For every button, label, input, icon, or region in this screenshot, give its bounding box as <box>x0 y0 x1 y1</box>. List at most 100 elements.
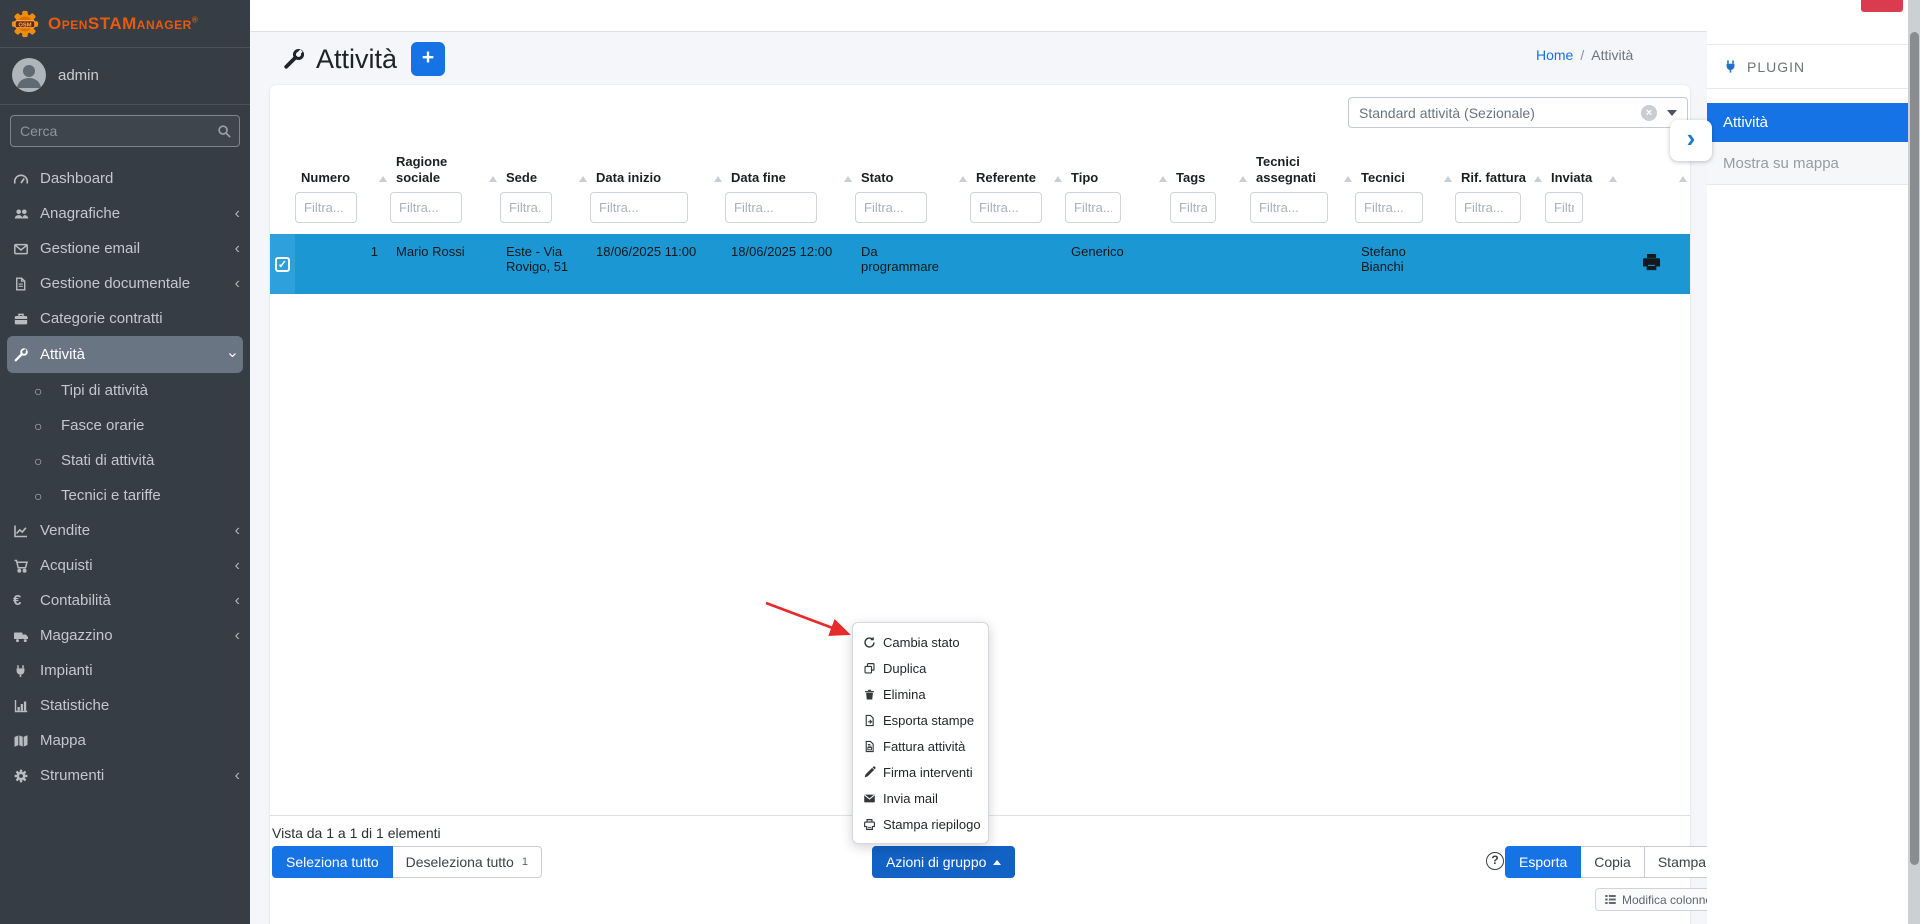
map-icon <box>13 733 40 749</box>
col-ragione-sociale[interactable]: Ragione sociale <box>390 150 500 192</box>
col-sede[interactable]: Sede <box>500 150 590 192</box>
filter-ragione-sociale-input[interactable] <box>390 192 462 223</box>
menu-item-invia-mail[interactable]: Invia mail <box>853 785 988 811</box>
sidebar-item-fasce-orarie[interactable]: ○ Fasce orarie <box>0 408 250 443</box>
sidebar-item-vendite[interactable]: Vendite ‹ <box>0 513 250 548</box>
sidebar-item-strumenti[interactable]: Strumenti ‹ <box>0 758 250 793</box>
plugin-panel-toggle-button[interactable]: › <box>1670 120 1712 161</box>
row-checkbox[interactable]: ✓ <box>275 257 290 272</box>
wrench-icon <box>282 47 306 71</box>
sidebar-item-gestione-email[interactable]: Gestione email ‹ <box>0 231 250 266</box>
col-tags[interactable]: Tags <box>1170 150 1250 192</box>
col-data-inizio[interactable]: Data inizio <box>590 150 725 192</box>
cell-data-fine: 18/06/2025 12:00 <box>731 244 833 259</box>
tachometer-icon <box>13 171 40 187</box>
col-data-fine[interactable]: Data fine <box>725 150 855 192</box>
sidebar-item-anagrafiche[interactable]: Anagrafiche ‹ <box>0 196 250 231</box>
sidebar-item-stati-di-attivita[interactable]: ○ Stati di attività <box>0 443 250 478</box>
filter-stato-input[interactable] <box>855 192 927 223</box>
sidebar-item-attivita[interactable]: Attività ‹ <box>7 336 243 373</box>
brand[interactable]: OSM OpenSTAManager® <box>0 0 250 48</box>
menu-item-cambia-stato[interactable]: Cambia stato <box>853 629 988 655</box>
breadcrumb-home-link[interactable]: Home <box>1536 47 1573 63</box>
user-panel[interactable]: admin <box>0 48 250 105</box>
filter-referente-input[interactable] <box>970 192 1042 223</box>
results-info: Vista da 1 a 1 di 1 elementi <box>272 825 441 841</box>
brand-gear-logo-icon: OSM <box>10 9 40 39</box>
filter-numero-input[interactable] <box>295 192 357 223</box>
caret-down-icon[interactable] <box>1667 109 1677 116</box>
top-navbar <box>250 0 1707 32</box>
selected-template: Standard attività (Sezionale) <box>1359 104 1535 121</box>
edit-columns-button[interactable]: Modifica colonne <box>1595 888 1722 911</box>
filter-data-fine-input[interactable] <box>725 192 817 223</box>
sidebar-item-acquisti[interactable]: Acquisti ‹ <box>0 548 250 583</box>
table-row[interactable]: ✓ 1 Mario Rossi Este - Via Rovigo, 51 18… <box>270 234 1690 294</box>
sidebar-item-mappa[interactable]: Mappa <box>0 723 250 758</box>
col-numero[interactable]: Numero <box>295 150 390 192</box>
sidebar-item-categorie-contratti[interactable]: Categorie contratti <box>0 301 250 336</box>
filter-tags-input[interactable] <box>1170 192 1216 223</box>
help-icon[interactable]: ? <box>1486 852 1504 870</box>
menu-item-stampa-riepilogo[interactable]: Stampa riepilogo <box>853 811 988 837</box>
col-stato[interactable]: Stato <box>855 150 970 192</box>
menu-item-firma-interventi[interactable]: Firma interventi <box>853 759 988 785</box>
col-rif-fattura[interactable]: Rif. fattura <box>1455 150 1545 192</box>
filter-tipo-input[interactable] <box>1065 192 1121 223</box>
trash-icon <box>865 689 874 700</box>
gear-icon <box>13 768 40 784</box>
chevron-left-icon: ‹ <box>234 766 240 784</box>
search-button[interactable] <box>210 115 240 147</box>
print-icon[interactable] <box>1641 252 1662 273</box>
filter-tecnici-input[interactable] <box>1355 192 1423 223</box>
sidebar-item-tipi-di-attivita[interactable]: ○ Tipi di attività <box>0 373 250 408</box>
cart-icon <box>13 558 40 574</box>
menu-item-elimina[interactable]: Elimina <box>853 681 988 707</box>
filter-inviata-input[interactable] <box>1545 192 1583 223</box>
plugin-item-mostra-su-mappa[interactable]: Mostra su mappa <box>1707 142 1908 185</box>
add-activity-button[interactable]: + <box>411 42 446 76</box>
menu-item-fattura-attivita[interactable]: Fattura attività <box>853 733 988 759</box>
search-input[interactable] <box>10 115 210 147</box>
sidebar-item-magazzino[interactable]: Magazzino ‹ <box>0 618 250 653</box>
sort-icon <box>489 176 497 182</box>
caret-up-icon <box>993 859 1002 865</box>
sort-icon <box>844 176 852 182</box>
plugin-item-attivita[interactable]: Attività <box>1707 103 1908 142</box>
filter-rif-fattura-input[interactable] <box>1455 192 1521 223</box>
sidebar-nav: Dashboard Anagrafiche ‹ Gestione email ‹… <box>0 161 250 793</box>
filter-data-inizio-input[interactable] <box>590 192 688 223</box>
logout-button[interactable] <box>1861 0 1903 12</box>
sidebar-item-contabilita[interactable]: € Contabilità ‹ <box>0 583 250 618</box>
col-tecnici-assegnati[interactable]: Tecnici assegnati <box>1250 150 1355 192</box>
col-referente[interactable]: Referente <box>970 150 1065 192</box>
col-tecnici[interactable]: Tecnici <box>1355 150 1455 192</box>
col-tipo[interactable]: Tipo <box>1065 150 1170 192</box>
file-export-icon <box>865 714 874 726</box>
menu-item-duplica[interactable]: Duplica <box>853 655 988 681</box>
cell-ragione-sociale: Mario Rossi <box>396 244 465 259</box>
scrollbar-thumb[interactable] <box>1909 32 1919 865</box>
filter-tecnici-assegnati-input[interactable] <box>1250 192 1328 223</box>
chevron-left-icon: ‹ <box>234 204 240 222</box>
sidebar-item-statistiche[interactable]: Statistiche <box>0 688 250 723</box>
sidebar-item-gestione-documentale[interactable]: Gestione documentale ‹ <box>0 266 250 301</box>
menu-item-esporta-stampe[interactable]: Esporta stampe <box>853 707 988 733</box>
sidebar-item-impianti[interactable]: Impianti <box>0 653 250 688</box>
chevron-down-icon: ‹ <box>223 351 241 358</box>
sidebar-item-tecnici-e-tariffe[interactable]: ○ Tecnici e tariffe <box>0 478 250 513</box>
export-button[interactable]: Esporta <box>1505 846 1582 878</box>
filter-sede-input[interactable] <box>500 192 552 223</box>
deselect-all-button[interactable]: Deseleziona tutto 1 <box>392 846 542 878</box>
select-all-button[interactable]: Seleziona tutto <box>272 846 393 878</box>
group-actions-button[interactable]: Azioni di gruppo <box>872 846 1016 878</box>
sidebar-item-dashboard[interactable]: Dashboard <box>0 161 250 196</box>
registered-mark: ® <box>191 14 199 24</box>
cell-tipo: Generico <box>1071 244 1124 259</box>
chevron-left-icon: ‹ <box>234 521 240 539</box>
copy-button[interactable]: Copia <box>1581 846 1645 878</box>
sort-icon <box>579 176 587 182</box>
clear-selection-icon[interactable]: × <box>1641 104 1657 121</box>
print-template-select[interactable]: Standard attività (Sezionale) × <box>1348 97 1688 128</box>
col-inviata[interactable]: Inviata <box>1545 150 1620 192</box>
